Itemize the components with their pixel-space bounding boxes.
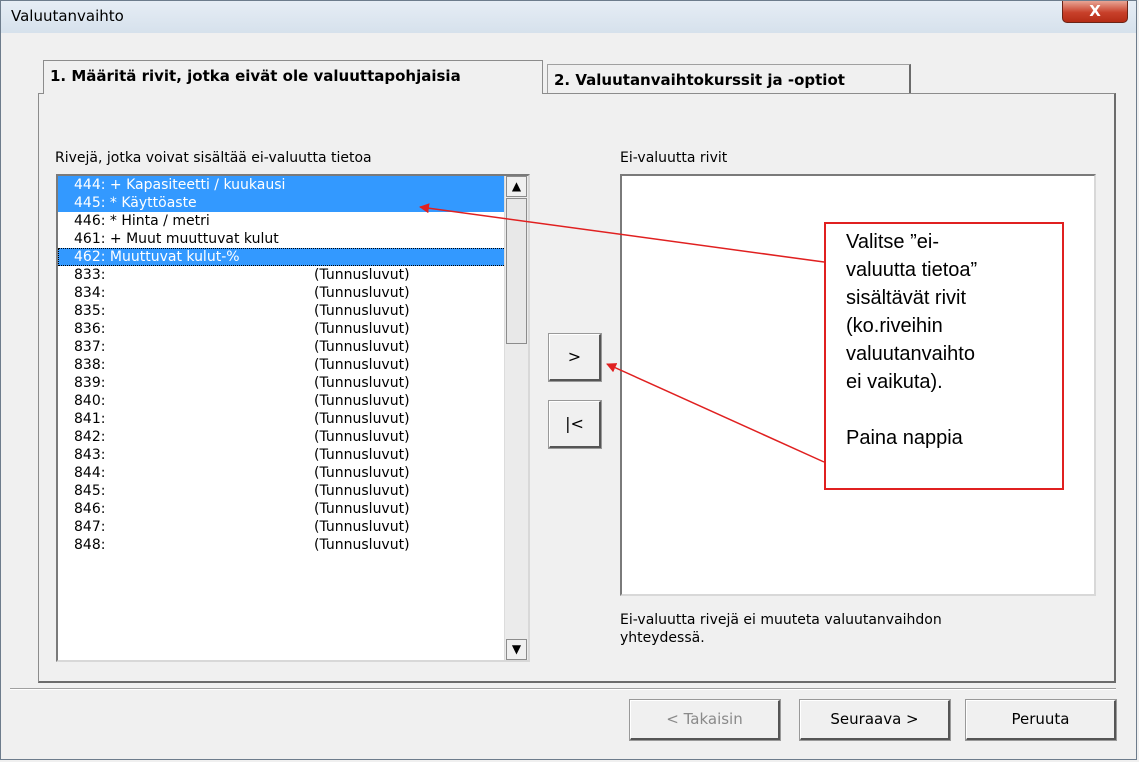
scroll-thumb[interactable] (506, 198, 527, 344)
row-text: (Tunnusluvut) (314, 357, 410, 373)
callout-line: (ko.riveihin (846, 315, 943, 337)
row-number: 835: (74, 303, 106, 319)
row-text: (Tunnusluvut) (314, 501, 410, 517)
row-number: 445: (74, 195, 106, 211)
row-number: 462: (74, 249, 106, 265)
list-item[interactable]: 848: (Tunnusluvut) (58, 536, 506, 554)
list-item[interactable]: 844: (Tunnusluvut) (58, 464, 506, 482)
row-text: (Tunnusluvut) (314, 321, 410, 337)
callout-line: valuutanvaihto (846, 343, 975, 365)
right-list-label: Ei-valuutta rivit (620, 150, 728, 166)
row-number: 843: (74, 447, 106, 463)
row-number: 836: (74, 321, 106, 337)
list-item[interactable]: 834: (Tunnusluvut) (58, 284, 506, 302)
row-number: 834: (74, 285, 106, 301)
list-item[interactable]: 839: (Tunnusluvut) (58, 374, 506, 392)
row-text: (Tunnusluvut) (314, 393, 410, 409)
row-text: (Tunnusluvut) (314, 519, 410, 535)
row-number: 446: (74, 213, 106, 229)
row-text: (Tunnusluvut) (314, 285, 410, 301)
list-item[interactable]: 847: (Tunnusluvut) (58, 518, 506, 536)
callout-line: valuutta tietoa” (846, 259, 978, 281)
row-text: (Tunnusluvut) (314, 339, 410, 355)
list-item[interactable]: 445: * Käyttöaste (58, 194, 506, 212)
list-item[interactable]: 837: (Tunnusluvut) (58, 338, 506, 356)
callout-line: ei vaikuta). (846, 371, 943, 393)
right-list-note-line1: Ei-valuutta rivejä ei muuteta valuutanva… (620, 612, 942, 628)
row-number: 846: (74, 501, 106, 517)
list-item[interactable]: 462: Muuttuvat kulut-% (58, 248, 506, 266)
row-text: + Muut muuttuvat kulut (109, 231, 279, 247)
annotation-callout: Valitse ”ei- valuutta tietoa” sisältävät… (824, 222, 1064, 490)
row-text: Muuttuvat kulut-% (109, 249, 240, 265)
vertical-scrollbar[interactable]: ▲ ▼ (504, 176, 528, 660)
row-number: 833: (74, 267, 106, 283)
list-item[interactable]: 833: (Tunnusluvut) (58, 266, 506, 284)
row-text: (Tunnusluvut) (314, 465, 410, 481)
row-text: * Käyttöaste (109, 195, 197, 211)
window-title: Valuutanvaihto (11, 7, 124, 25)
callout-line: sisältävät rivit (846, 287, 967, 309)
row-text: (Tunnusluvut) (314, 537, 410, 553)
list-item[interactable]: 838: (Tunnusluvut) (58, 356, 506, 374)
remove-all-button[interactable]: |< (548, 400, 602, 449)
row-text: (Tunnusluvut) (314, 375, 410, 391)
list-rows: 444: + Kapasiteetti / kuukausi 445: * Käy… (58, 176, 506, 554)
back-button[interactable]: < Takaisin (629, 699, 781, 741)
row-number: 848: (74, 537, 106, 553)
row-number: 842: (74, 429, 106, 445)
row-number: 841: (74, 411, 106, 427)
footer-divider (10, 688, 1116, 690)
list-item[interactable]: 446: * Hinta / metri (58, 212, 506, 230)
list-item[interactable]: 836: (Tunnusluvut) (58, 320, 506, 338)
cancel-button[interactable]: Peruuta (965, 699, 1117, 741)
row-text: * Hinta / metri (109, 213, 210, 229)
list-item[interactable]: 840: (Tunnusluvut) (58, 392, 506, 410)
list-item[interactable]: 842: (Tunnusluvut) (58, 428, 506, 446)
list-item[interactable]: 461: + Muut muuttuvat kulut (58, 230, 506, 248)
row-text: (Tunnusluvut) (314, 267, 410, 283)
callout-action: Paina nappia (846, 427, 963, 449)
list-item[interactable]: 846: (Tunnusluvut) (58, 500, 506, 518)
callout-line: Valitse ”ei- (846, 231, 939, 253)
right-list-note-line2: yhteydessä. (620, 630, 705, 646)
tab-define-rows[interactable]: 1. Määritä rivit, jotka eivät ole valuut… (43, 60, 543, 94)
tab-exchange-rates[interactable]: 2. Valuutanvaihtokurssit ja -optiot (547, 64, 911, 94)
scroll-down-icon[interactable]: ▼ (506, 639, 527, 660)
row-number: 461: (74, 231, 106, 247)
row-text: (Tunnusluvut) (314, 447, 410, 463)
candidate-rows-list[interactable]: 444: + Kapasiteetti / kuukausi 445: * Käy… (56, 174, 530, 662)
row-number: 839: (74, 375, 106, 391)
left-list-label: Rivejä, jotka voivat sisältää ei-valuutt… (55, 150, 372, 166)
scroll-up-icon[interactable]: ▲ (506, 176, 527, 197)
list-item[interactable]: 444: + Kapasiteetti / kuukausi (58, 176, 506, 194)
row-number: 444: (74, 177, 106, 193)
close-button[interactable]: X (1062, 1, 1128, 23)
row-text: (Tunnusluvut) (314, 411, 410, 427)
row-number: 845: (74, 483, 106, 499)
row-number: 840: (74, 393, 106, 409)
list-item[interactable]: 835: (Tunnusluvut) (58, 302, 506, 320)
row-number: 844: (74, 465, 106, 481)
add-selected-button[interactable]: > (548, 333, 602, 382)
row-number: 838: (74, 357, 106, 373)
row-number: 847: (74, 519, 106, 535)
list-item[interactable]: 845: (Tunnusluvut) (58, 482, 506, 500)
next-button[interactable]: Seuraava > (799, 699, 951, 741)
title-bar: Valuutanvaihto X (1, 1, 1136, 33)
row-number: 837: (74, 339, 106, 355)
list-item[interactable]: 843: (Tunnusluvut) (58, 446, 506, 464)
row-text: (Tunnusluvut) (314, 303, 410, 319)
row-text: (Tunnusluvut) (314, 483, 410, 499)
row-text: (Tunnusluvut) (314, 429, 410, 445)
row-text: + Kapasiteetti / kuukausi (109, 177, 286, 193)
list-item[interactable]: 841: (Tunnusluvut) (58, 410, 506, 428)
